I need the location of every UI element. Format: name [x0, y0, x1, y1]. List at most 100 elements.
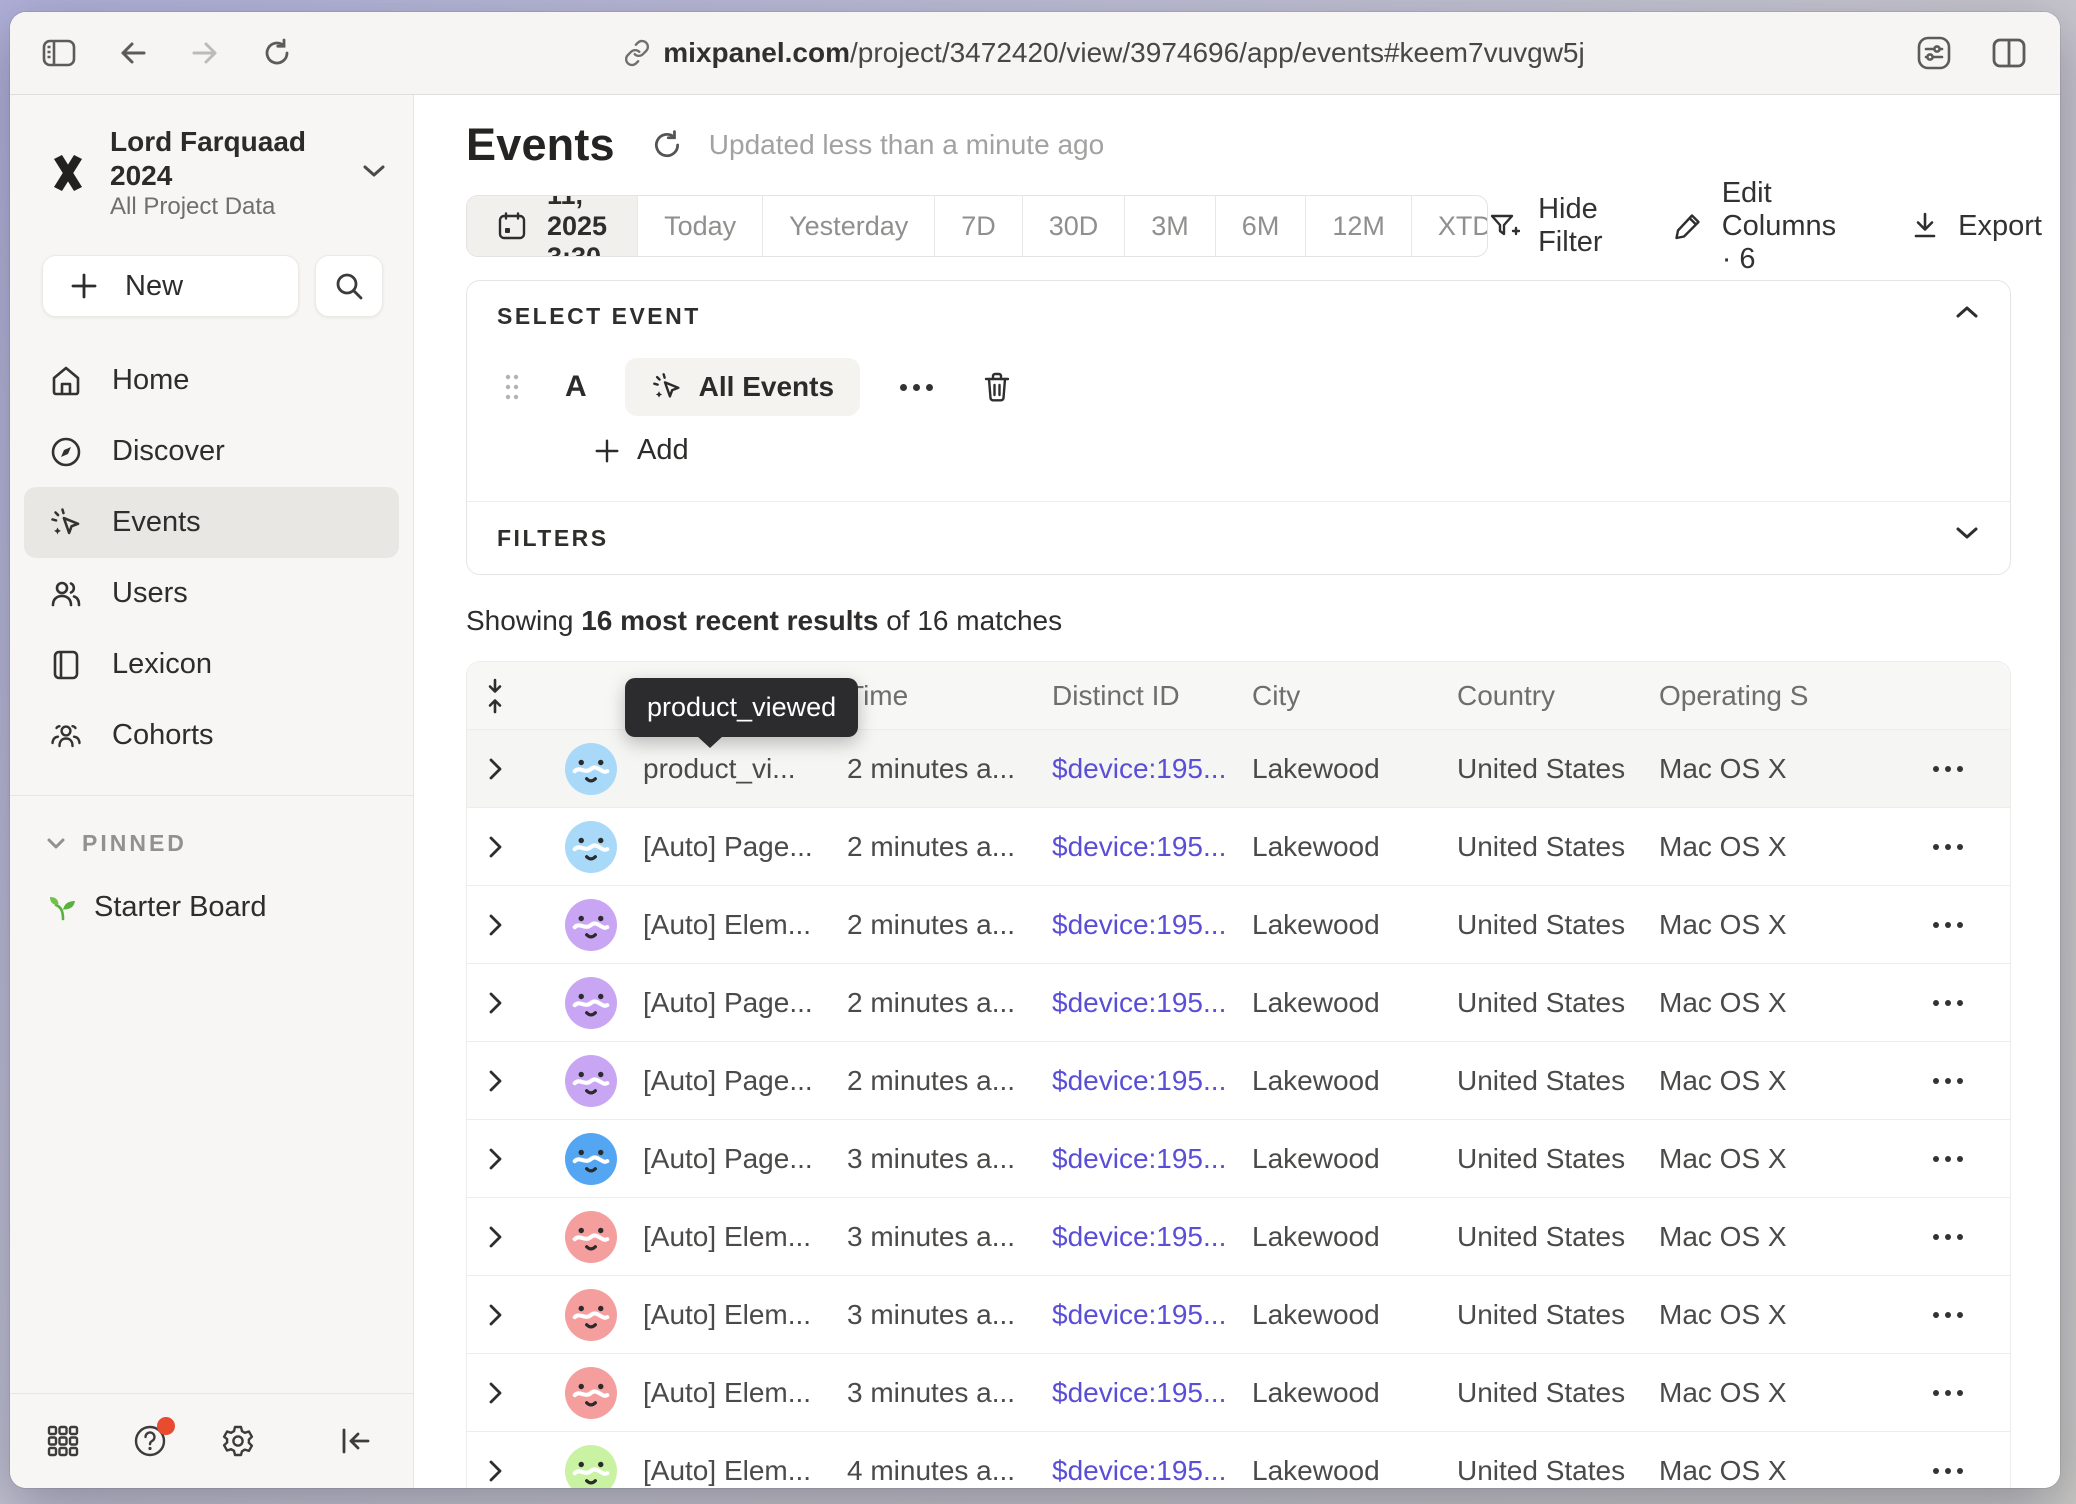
sidebar-item-discover[interactable]: Discover — [24, 416, 399, 487]
table-row[interactable]: [Auto] Page... 2 minutes a... $device:19… — [467, 963, 2010, 1041]
column-header-os[interactable]: Operating S — [1659, 680, 1885, 712]
sidebar-item-users[interactable]: Users — [24, 558, 399, 629]
range-30d[interactable]: 30D — [1022, 196, 1125, 256]
sidebar-item-events[interactable]: Events — [24, 487, 399, 558]
row-more-button[interactable] — [1885, 1078, 2010, 1084]
pinned-item-starter-board[interactable]: Starter Board — [48, 891, 413, 924]
city-cell: Lakewood — [1252, 1455, 1457, 1487]
distinct-id-link[interactable]: $device:195... — [1052, 1221, 1252, 1253]
row-more-button[interactable] — [1885, 1312, 2010, 1318]
row-more-button[interactable] — [1885, 1390, 2010, 1396]
row-more-button[interactable] — [1885, 1468, 2010, 1474]
table-row[interactable]: [Auto] Elem... 2 minutes a... $device:19… — [467, 885, 2010, 963]
back-arrow-icon[interactable] — [118, 39, 148, 67]
table-row[interactable]: [Auto] Page... 2 minutes a... $device:19… — [467, 807, 2010, 885]
range-yesterday[interactable]: Yesterday — [762, 196, 934, 256]
trash-icon[interactable] — [981, 370, 1013, 404]
edit-columns-button[interactable]: Edit Columns · 6 — [1672, 177, 1848, 276]
table-row[interactable]: [Auto] Elem... 3 minutes a... $device:19… — [467, 1197, 2010, 1275]
distinct-id-link[interactable]: $device:195... — [1052, 987, 1252, 1019]
row-more-button[interactable] — [1885, 844, 2010, 850]
pinned-section-header[interactable]: PINNED — [46, 830, 413, 857]
event-name[interactable]: [Auto] Page... — [643, 1065, 847, 1097]
range-12m[interactable]: 12M — [1305, 196, 1411, 256]
sidebar-item-lexicon[interactable]: Lexicon — [24, 629, 399, 700]
distinct-id-link[interactable]: $device:195... — [1052, 1377, 1252, 1409]
os-cell: Mac OS X — [1659, 1065, 1885, 1097]
range-3m[interactable]: 3M — [1124, 196, 1215, 256]
column-header-country[interactable]: Country — [1457, 680, 1659, 712]
expand-row-icon[interactable] — [467, 1068, 523, 1094]
drag-handle-icon[interactable] — [503, 370, 521, 404]
column-header-city[interactable]: City — [1252, 680, 1457, 712]
distinct-id-link[interactable]: $device:195... — [1052, 1065, 1252, 1097]
hide-filter-button[interactable]: Hide Filter — [1488, 193, 1610, 259]
expand-row-icon[interactable] — [467, 990, 523, 1016]
project-switcher[interactable]: Lord Farquaad 2024 All Project Data — [10, 95, 413, 227]
address-bar[interactable]: mixpanel.com/project/3472420/view/397469… — [292, 37, 1916, 69]
hide-filter-label: Hide Filter — [1538, 193, 1610, 259]
new-button[interactable]: New — [42, 255, 299, 317]
event-name[interactable]: [Auto] Page... — [643, 831, 847, 863]
distinct-id-link[interactable]: $device:195... — [1052, 1143, 1252, 1175]
export-button[interactable]: Export — [1910, 210, 2042, 243]
range-today[interactable]: Today — [637, 196, 762, 256]
collapse-sidebar-icon[interactable] — [339, 1426, 373, 1456]
table-row[interactable]: [Auto] Elem... 4 minutes a... $device:19… — [467, 1431, 2010, 1488]
apps-grid-icon[interactable] — [46, 1424, 80, 1458]
distinct-id-link[interactable]: $device:195... — [1052, 831, 1252, 863]
expand-row-icon[interactable] — [467, 1380, 523, 1406]
column-header-distinct-id[interactable]: Distinct ID — [1052, 680, 1252, 712]
more-options-icon[interactable] — [900, 384, 933, 391]
page-settings-icon[interactable] — [1916, 35, 1952, 71]
event-name[interactable]: [Auto] Page... — [643, 987, 847, 1019]
expand-row-icon[interactable] — [467, 1146, 523, 1172]
row-more-button[interactable] — [1885, 1234, 2010, 1240]
expand-row-icon[interactable] — [467, 756, 523, 782]
event-name[interactable]: [Auto] Page... — [643, 1143, 847, 1175]
sidebar-item-cohorts[interactable]: Cohorts — [24, 700, 399, 771]
table-row[interactable]: [Auto] Elem... 3 minutes a... $device:19… — [467, 1275, 2010, 1353]
split-view-icon[interactable] — [1992, 38, 2026, 68]
expand-row-icon[interactable] — [467, 912, 523, 938]
expand-row-icon[interactable] — [467, 834, 523, 860]
add-label: Add — [637, 434, 689, 467]
gear-icon[interactable] — [220, 1423, 256, 1459]
browser-sidebar-toggle-icon[interactable] — [42, 39, 76, 67]
event-name[interactable]: [Auto] Elem... — [643, 1455, 847, 1487]
range-7d[interactable]: 7D — [934, 196, 1022, 256]
range-6m[interactable]: 6M — [1215, 196, 1306, 256]
row-more-button[interactable] — [1885, 766, 2010, 772]
table-row[interactable]: [Auto] Page... 3 minutes a... $device:19… — [467, 1119, 2010, 1197]
row-more-button[interactable] — [1885, 922, 2010, 928]
refresh-icon[interactable] — [651, 129, 683, 161]
table-row[interactable]: [Auto] Elem... 3 minutes a... $device:19… — [467, 1353, 2010, 1431]
row-more-button[interactable] — [1885, 1000, 2010, 1006]
add-event-button[interactable]: Add — [593, 434, 1980, 467]
search-button[interactable] — [315, 255, 383, 317]
sidebar-item-home[interactable]: Home — [24, 345, 399, 416]
reload-icon[interactable] — [262, 38, 292, 68]
distinct-id-link[interactable]: $device:195... — [1052, 753, 1252, 785]
event-name[interactable]: [Auto] Elem... — [643, 1377, 847, 1409]
event-name[interactable]: [Auto] Elem... — [643, 1299, 847, 1331]
all-events-chip[interactable]: All Events — [625, 358, 860, 416]
event-name[interactable]: product_vi... — [643, 753, 847, 785]
distinct-id-link[interactable]: $device:195... — [1052, 909, 1252, 941]
table-row[interactable]: [Auto] Page... 2 minutes a... $device:19… — [467, 1041, 2010, 1119]
expand-row-icon[interactable] — [467, 1224, 523, 1250]
date-picker-button[interactable]: Mar 11, 2025 3:30 pm — [467, 196, 637, 256]
expand-filters-icon[interactable] — [1954, 524, 1980, 547]
expand-row-icon[interactable] — [467, 1302, 523, 1328]
expand-row-icon[interactable] — [467, 1458, 523, 1484]
range-xtd-dropdown[interactable]: XTD — [1411, 196, 1488, 256]
collapse-rows-icon[interactable] — [467, 677, 523, 715]
row-more-button[interactable] — [1885, 1156, 2010, 1162]
help-button[interactable] — [132, 1423, 168, 1459]
distinct-id-link[interactable]: $device:195... — [1052, 1455, 1252, 1487]
collapse-section-icon[interactable] — [1954, 303, 1980, 326]
column-header-time[interactable]: Time — [847, 680, 1052, 712]
event-name[interactable]: [Auto] Elem... — [643, 909, 847, 941]
event-name[interactable]: [Auto] Elem... — [643, 1221, 847, 1253]
distinct-id-link[interactable]: $device:195... — [1052, 1299, 1252, 1331]
